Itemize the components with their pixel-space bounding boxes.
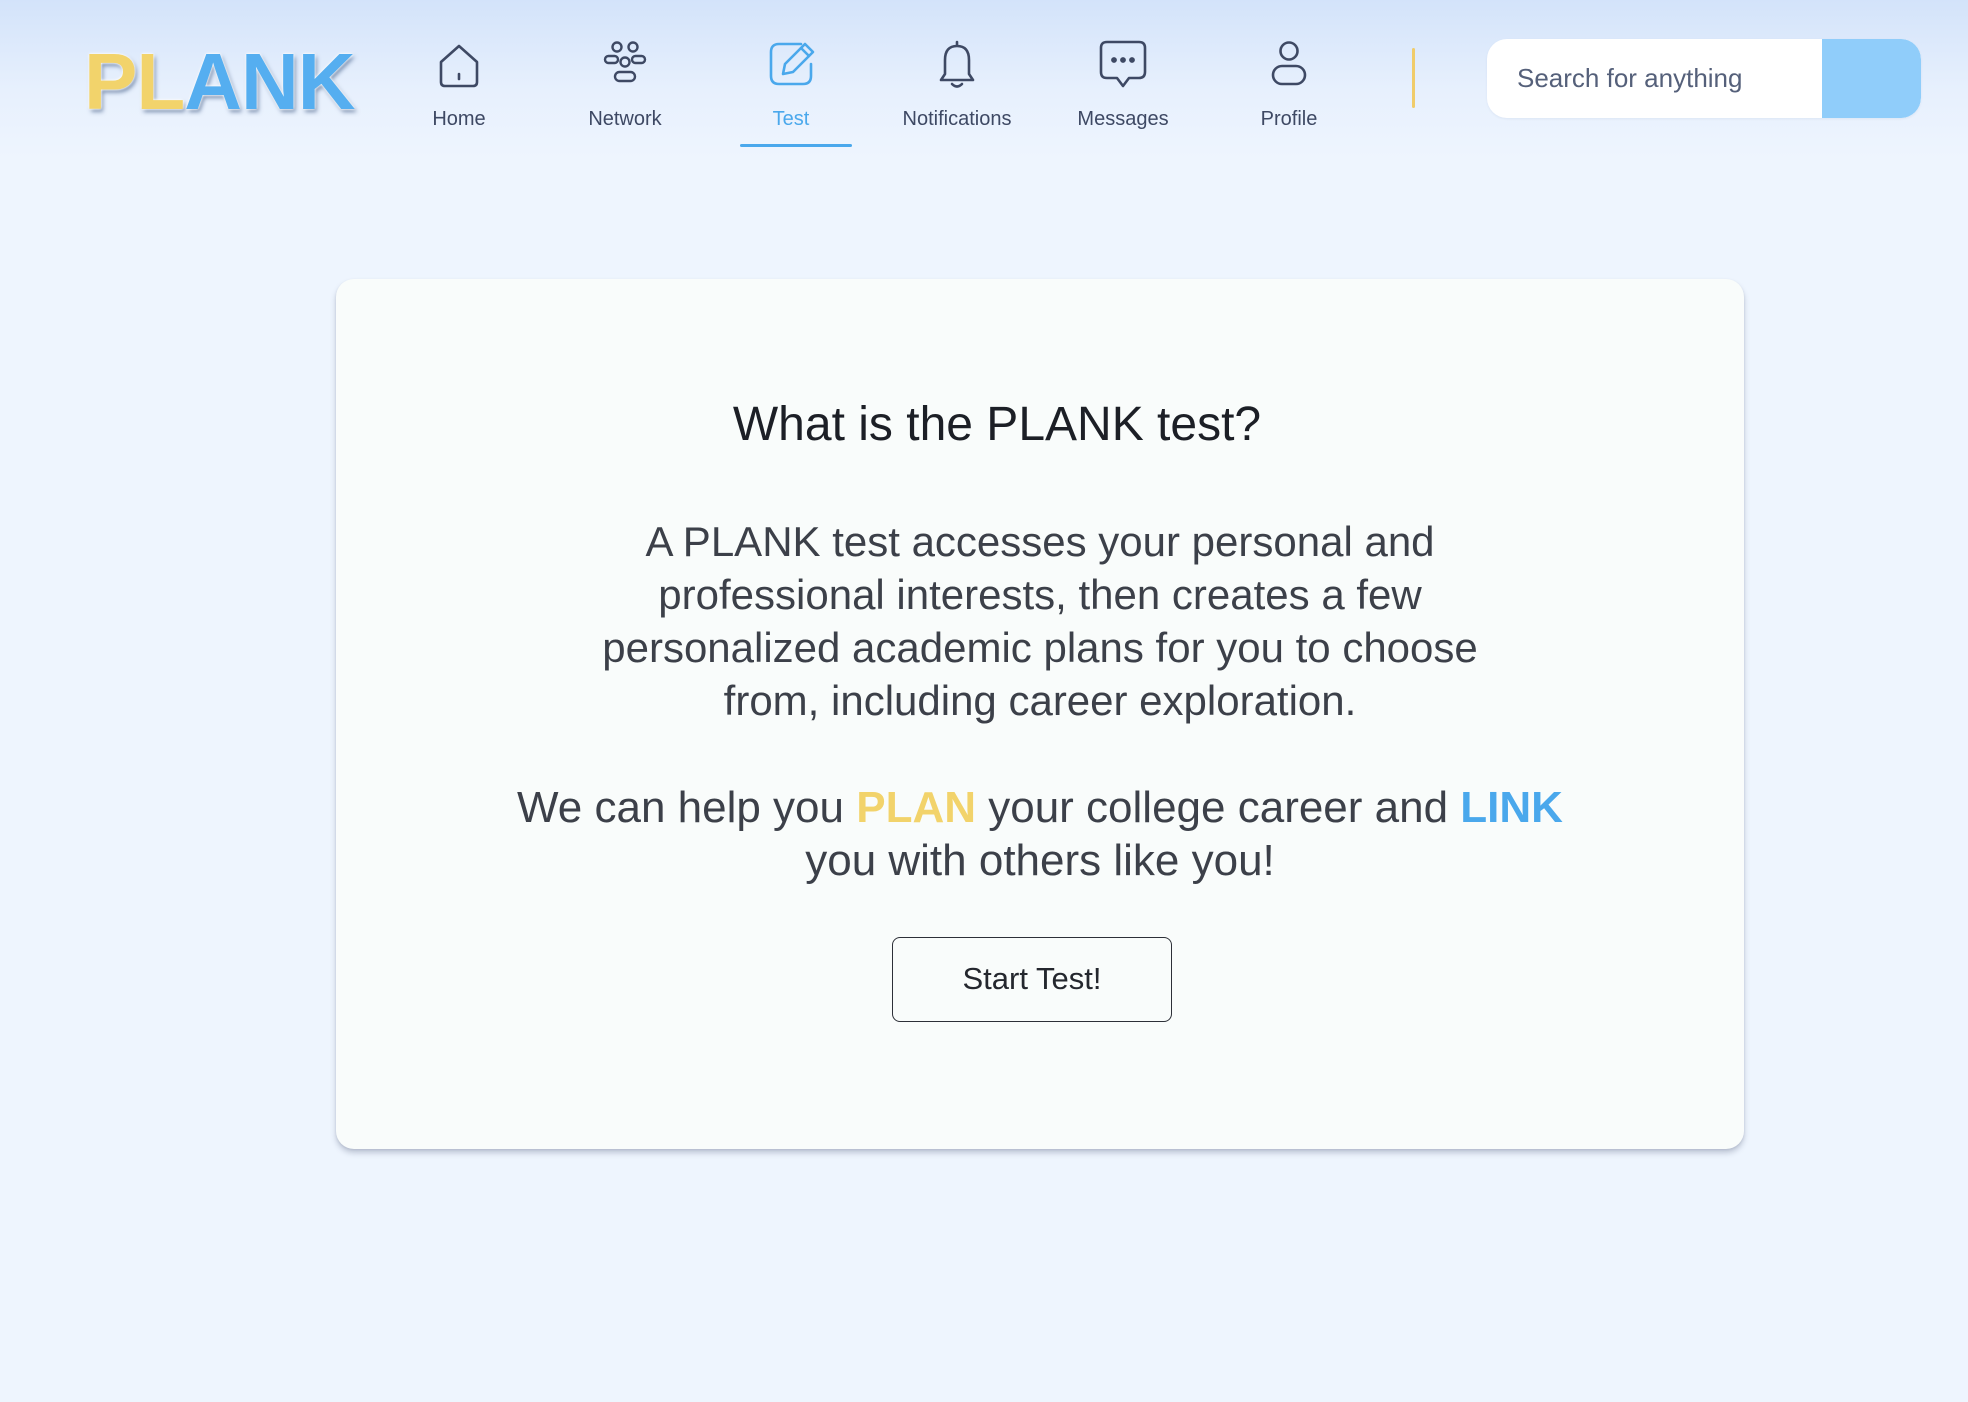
nav-label-network: Network	[588, 108, 662, 130]
description-line: A PLANK test accesses your personal and	[645, 518, 1435, 565]
plank-test-card: What is the PLANK test? A PLANK test acc…	[336, 279, 1744, 1149]
user-icon	[1259, 34, 1319, 94]
nav-item-messages[interactable]: Messages	[1043, 30, 1203, 148]
header-divider	[1412, 48, 1415, 108]
logo-part-yellow: PL	[84, 37, 185, 126]
nav-label-profile: Profile	[1260, 108, 1318, 130]
nav-item-test[interactable]: Test	[711, 30, 871, 148]
plan-word: PLAN	[856, 783, 977, 832]
search-button[interactable]	[1822, 39, 1921, 118]
page: PLANK Home Network Test Notifications Me…	[0, 0, 1968, 1402]
tagline-line-1: We can help you PLAN your college career…	[436, 781, 1644, 834]
tagline-line-2: you with others like you!	[805, 836, 1275, 885]
tagline-text: We can help you	[517, 783, 857, 832]
nav-item-profile[interactable]: Profile	[1209, 30, 1369, 148]
nav-label-messages: Messages	[1077, 108, 1169, 130]
edit-pencil-icon	[761, 34, 821, 94]
logo-part-blue: ANK	[184, 37, 355, 126]
description-line: professional interests, then creates a f…	[658, 571, 1422, 618]
nav-label-home: Home	[432, 108, 486, 130]
start-test-button[interactable]: Start Test!	[892, 937, 1172, 1022]
card-title: What is the PLANK test?	[732, 398, 1262, 451]
nav-label-test: Test	[772, 108, 810, 130]
tagline-text: your college career and	[976, 783, 1461, 832]
active-tab-underline	[740, 144, 852, 147]
nav-item-network[interactable]: Network	[545, 30, 705, 148]
description-line: from, including career exploration.	[723, 677, 1357, 724]
chat-bubble-icon	[1093, 34, 1153, 94]
bell-icon	[927, 34, 987, 94]
card-description: A PLANK test accesses your personal and …	[536, 515, 1544, 727]
search-input[interactable]	[1487, 39, 1822, 118]
nav-item-home[interactable]: Home	[379, 30, 539, 148]
nav-label-notifications: Notifications	[902, 108, 1012, 130]
people-group-icon	[595, 34, 655, 94]
nav-item-notifications[interactable]: Notifications	[877, 30, 1037, 148]
home-icon	[429, 34, 489, 94]
description-line: personalized academic plans for you to c…	[602, 624, 1478, 671]
search-box	[1487, 39, 1921, 118]
card-tagline: We can help you PLAN your college career…	[436, 781, 1644, 887]
link-word: LINK	[1460, 783, 1563, 832]
plank-logo[interactable]: PLANK	[84, 36, 356, 128]
